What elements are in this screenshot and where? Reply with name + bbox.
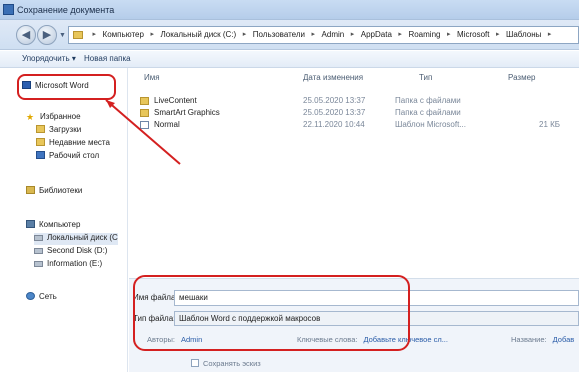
file-type: Шаблон Microsoft... <box>395 120 466 129</box>
library-icon <box>26 186 35 194</box>
file-name: Normal <box>154 120 180 129</box>
sidebar-item-local-disk-c[interactable]: Локальный диск (C <box>34 233 118 245</box>
column-header-size[interactable]: Размер <box>508 73 536 82</box>
breadcrumb-separator-icon[interactable]: ▸ <box>398 27 402 43</box>
save-thumbnail-label: Сохранять эскиз <box>203 359 261 368</box>
file-type: Папка с файлами <box>395 108 461 117</box>
file-row[interactable]: Normal 22.11.2020 10:44 Шаблон Microsoft… <box>129 120 579 131</box>
organize-button[interactable]: Упорядочить ▾ <box>22 54 76 63</box>
file-date: 25.05.2020 13:37 <box>303 108 366 117</box>
sidebar-item-desktop[interactable]: Рабочий стол <box>36 151 99 163</box>
breadcrumb-users[interactable]: Пользователи <box>253 27 305 43</box>
save-thumbnail-checkbox[interactable]: Сохранять эскиз <box>191 359 261 368</box>
drive-icon <box>34 261 43 267</box>
sidebar-item-network[interactable]: Сеть <box>26 292 57 304</box>
address-row: ◀ ▶ ▼ ▸ Компьютер ▸ Локальный диск (C:) … <box>0 20 579 50</box>
sidebar-item-label: Недавние места <box>49 138 110 147</box>
file-list: Имя Дата изменения Тип Размер LiveConten… <box>129 68 579 268</box>
sidebar-item-label: Рабочий стол <box>49 151 100 160</box>
breadcrumb-local-disk[interactable]: Локальный диск (C:) <box>161 27 237 43</box>
sidebar-item-downloads[interactable]: Загрузки <box>36 125 81 137</box>
computer-icon <box>26 220 35 228</box>
navigation-pane: Microsoft Word ★ Избранное Загрузки Недав… <box>0 68 128 372</box>
breadcrumb-separator-icon[interactable]: ▸ <box>243 27 247 43</box>
breadcrumb-microsoft[interactable]: Microsoft <box>457 27 489 43</box>
breadcrumb-separator-icon[interactable]: ▸ <box>150 27 154 43</box>
folder-icon <box>140 109 149 117</box>
sidebar-item-computer[interactable]: Компьютер <box>26 220 80 232</box>
new-folder-button[interactable]: Новая папка <box>84 54 131 63</box>
breadcrumb-appdata[interactable]: AppData <box>361 27 392 43</box>
forward-button[interactable]: ▶ <box>37 25 57 45</box>
drive-icon <box>34 235 43 241</box>
file-date: 25.05.2020 13:37 <box>303 96 366 105</box>
breadcrumb-separator-icon[interactable]: ▸ <box>548 27 552 43</box>
sidebar-item-second-disk-d[interactable]: Second Disk (D:) <box>34 246 107 258</box>
file-row[interactable]: SmartArt Graphics 25.05.2020 13:37 Папка… <box>129 108 579 119</box>
highlight-save-fields <box>133 275 410 351</box>
breadcrumb-admin[interactable]: Admin <box>322 27 345 43</box>
file-size: 21 КБ <box>539 120 561 129</box>
breadcrumb-roaming[interactable]: Roaming <box>408 27 440 43</box>
desktop-icon <box>36 151 45 159</box>
sidebar-item-favorites[interactable]: ★ Избранное <box>26 112 81 124</box>
sidebar-item-label: Сеть <box>39 292 57 301</box>
sidebar-item-libraries[interactable]: Библиотеки <box>26 186 82 198</box>
title-bar: Сохранение документа <box>0 0 579 20</box>
sidebar-item-label: Избранное <box>40 112 81 121</box>
column-header-name[interactable]: Имя <box>144 73 160 82</box>
command-toolbar: Упорядочить ▾ Новая папка <box>0 51 579 68</box>
sidebar-item-label: Компьютер <box>39 220 81 229</box>
breadcrumb-separator-icon[interactable]: ▸ <box>351 27 355 43</box>
column-header-type[interactable]: Тип <box>419 73 432 82</box>
recent-places-icon <box>36 138 45 146</box>
title-label: Название: <box>511 335 547 344</box>
sidebar-item-label: Локальный диск (C <box>47 233 118 242</box>
highlight-word-item <box>17 74 116 100</box>
file-name: SmartArt Graphics <box>154 108 220 117</box>
breadcrumb-separator-icon[interactable]: ▸ <box>447 27 451 43</box>
app-icon <box>3 4 14 15</box>
title-value[interactable]: Добав <box>553 335 575 344</box>
network-icon <box>26 292 35 300</box>
breadcrumb-separator-icon[interactable]: ▸ <box>496 27 500 43</box>
file-type: Папка с файлами <box>395 96 461 105</box>
file-date: 22.11.2020 10:44 <box>303 120 365 129</box>
checkbox-icon <box>191 359 199 367</box>
back-button[interactable]: ◀ <box>16 25 36 45</box>
breadcrumb-separator-icon[interactable]: ▸ <box>93 27 97 43</box>
file-name: LiveContent <box>154 96 197 105</box>
breadcrumb-templates[interactable]: Шаблоны <box>506 27 541 43</box>
drive-icon <box>34 248 43 254</box>
title-field: Название: Добав <box>511 335 574 344</box>
breadcrumb-separator-icon[interactable]: ▸ <box>312 27 316 43</box>
folder-icon <box>73 31 83 39</box>
sidebar-item-information-e[interactable]: Information (E:) <box>34 259 102 271</box>
address-bar[interactable]: ▸ Компьютер ▸ Локальный диск (C:) ▸ Поль… <box>68 26 579 44</box>
sidebar-item-label: Second Disk (D:) <box>47 246 108 255</box>
window-title: Сохранение документа <box>17 5 115 15</box>
sidebar-item-label: Information (E:) <box>47 259 103 268</box>
star-icon: ★ <box>26 112 35 122</box>
sidebar-item-recent-places[interactable]: Недавние места <box>36 138 110 150</box>
folder-icon <box>140 97 149 105</box>
sidebar-item-label: Библиотеки <box>39 186 83 195</box>
breadcrumb-computer[interactable]: Компьютер <box>103 27 144 43</box>
sidebar-item-label: Загрузки <box>49 125 82 134</box>
history-dropdown-icon[interactable]: ▼ <box>59 32 66 39</box>
column-header-date[interactable]: Дата изменения <box>303 73 363 82</box>
file-row[interactable]: LiveContent 25.05.2020 13:37 Папка с фай… <box>129 96 579 107</box>
word-template-icon <box>140 121 149 129</box>
downloads-folder-icon <box>36 125 45 133</box>
